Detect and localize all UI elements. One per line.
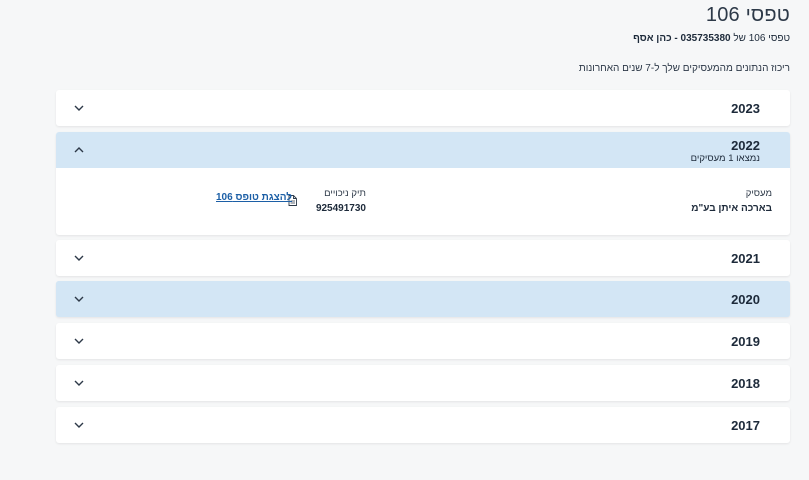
year-label: 2022 xyxy=(731,138,760,153)
year-accordion-2022: 2022 נמצאו 1 מעסיקים מעסיק בארכה איתן בע… xyxy=(56,132,790,235)
chevron-down-icon[interactable] xyxy=(74,253,84,263)
year-accordion-2021: 2021 xyxy=(56,240,790,276)
year-accordion-2020: 2020 xyxy=(56,281,790,317)
chevron-down-icon[interactable] xyxy=(74,378,84,388)
employer-value: בארכה איתן בע"מ xyxy=(691,203,772,214)
chevron-down-icon[interactable] xyxy=(74,336,84,346)
taxpayer-name: - כהן אסף xyxy=(633,33,678,44)
view-form-106-link[interactable]: להצגת טופס 106 xyxy=(216,192,292,203)
page-title: טפסי 106 xyxy=(705,4,790,26)
id-number: 035735380 xyxy=(680,33,731,44)
chevron-down-icon[interactable] xyxy=(74,294,84,304)
year-label: 2019 xyxy=(731,334,760,349)
year-header-2018[interactable]: 2018 xyxy=(56,365,790,401)
year-label: 2018 xyxy=(731,376,760,391)
chevron-down-icon[interactable] xyxy=(74,420,84,430)
chevron-up-icon[interactable] xyxy=(74,145,84,155)
employer-label: מעסיק xyxy=(745,188,772,199)
year-header-2017[interactable]: 2017 xyxy=(56,407,790,443)
year-label: 2020 xyxy=(731,292,760,307)
year-accordion-2017: 2017 xyxy=(56,407,790,443)
year-body-2022: מעסיק בארכה איתן בע"מ תיק ניכויים 925491… xyxy=(56,168,790,235)
employer-count: נמצאו 1 מעסיקים xyxy=(690,153,760,164)
year-accordion-2019: 2019 xyxy=(56,323,790,359)
deductions-file-value: 925491730 xyxy=(315,203,366,214)
year-accordion-2023: 2023 xyxy=(56,90,790,126)
year-header-2019[interactable]: 2019 xyxy=(56,323,790,359)
tax-forms-page: טפסי 106 טפסי 106 של 035735380 - כהן אסף… xyxy=(0,0,809,480)
year-header-2020[interactable]: 2020 xyxy=(56,281,790,317)
year-label: 2021 xyxy=(731,251,760,266)
year-label: 2017 xyxy=(731,418,760,433)
page-subtitle: טפסי 106 של 035735380 - כהן אסף xyxy=(633,33,790,44)
chevron-down-icon[interactable] xyxy=(74,103,84,113)
year-accordion-2018: 2018 xyxy=(56,365,790,401)
year-label: 2023 xyxy=(731,101,760,116)
year-header-2021[interactable]: 2021 xyxy=(56,240,790,276)
deductions-file-label: תיק ניכויים xyxy=(324,188,366,199)
year-header-2022[interactable]: 2022 נמצאו 1 מעסיקים xyxy=(56,132,790,168)
subtitle-prefix: טפסי 106 של xyxy=(733,33,790,44)
summary-text: ריכוז הנתונים מהמעסיקים שלך ל-7 שנים האח… xyxy=(578,63,790,74)
year-header-2023[interactable]: 2023 xyxy=(56,90,790,126)
